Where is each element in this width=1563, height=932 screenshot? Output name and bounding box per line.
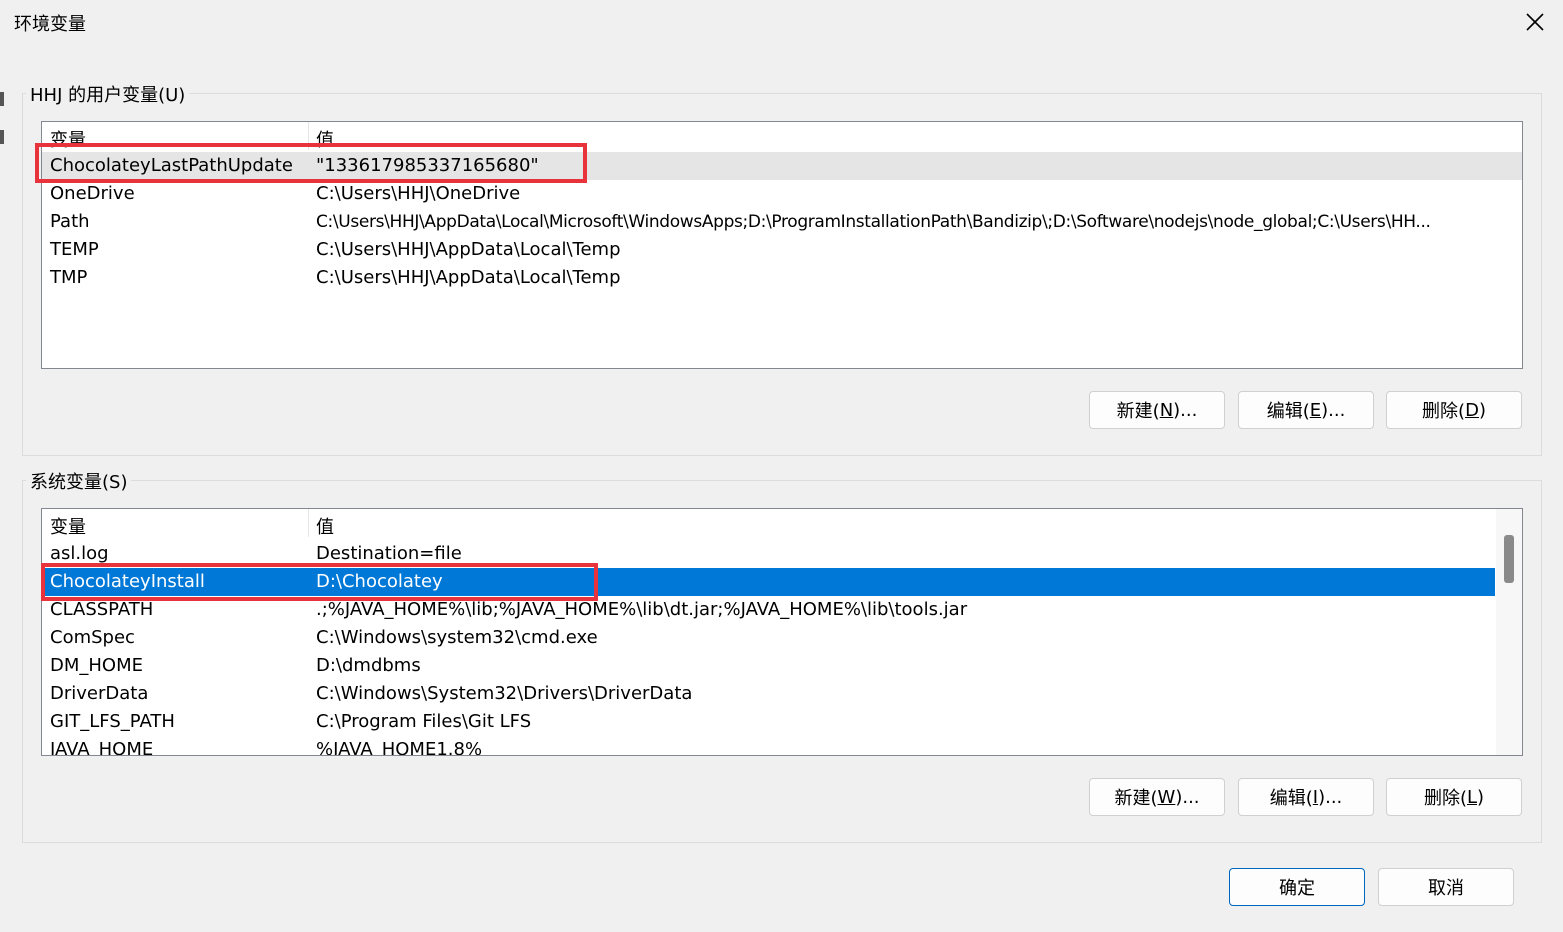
system-list-scrollbar[interactable] bbox=[1496, 509, 1522, 755]
column-header-name[interactable]: 变量 bbox=[50, 513, 86, 539]
var-name: GIT_LFS_PATH bbox=[50, 711, 175, 732]
left-window-edge bbox=[0, 92, 4, 106]
var-value: C:\Windows\system32\cmd.exe bbox=[316, 627, 598, 648]
system-new-button[interactable]: 新建(W)... bbox=[1089, 778, 1225, 816]
var-value: D:\dmdbms bbox=[316, 655, 421, 676]
window-title: 环境变量 bbox=[14, 14, 86, 35]
column-separator[interactable] bbox=[308, 122, 309, 150]
var-value: C:\Users\HHJ\AppData\Local\Microsoft\Win… bbox=[316, 212, 1431, 232]
var-name: TMP bbox=[50, 267, 88, 288]
system-var-row-comspec[interactable]: ComSpec C:\Windows\system32\cmd.exe bbox=[42, 624, 1495, 652]
user-var-row-onedrive[interactable]: OneDrive C:\Users\HHJ\OneDrive bbox=[42, 180, 1522, 208]
var-name: JAVA_HOME bbox=[50, 739, 154, 756]
user-var-row-chocolateylastpathupdate[interactable]: ChocolateyLastPathUpdate "13361798533716… bbox=[42, 152, 1522, 180]
scrollbar-thumb[interactable] bbox=[1504, 535, 1514, 583]
var-name: CLASSPATH bbox=[50, 599, 154, 620]
system-var-row-git-lfs-path[interactable]: GIT_LFS_PATH C:\Program Files\Git LFS bbox=[42, 708, 1495, 736]
system-var-row-chocolateyinstall[interactable]: ChocolateyInstall D:\Chocolatey bbox=[42, 568, 1495, 596]
system-var-row-java-home[interactable]: JAVA_HOME %JAVA_HOME1.8% bbox=[42, 736, 1495, 756]
user-var-row-temp[interactable]: TEMP C:\Users\HHJ\AppData\Local\Temp bbox=[42, 236, 1522, 264]
var-name: TEMP bbox=[50, 239, 99, 260]
var-value: "133617985337165680" bbox=[316, 155, 539, 176]
title-bar: 环境变量 bbox=[0, 0, 1563, 44]
cancel-button[interactable]: 取消 bbox=[1378, 868, 1514, 906]
var-name: DM_HOME bbox=[50, 655, 143, 676]
list-header: 变量 值 bbox=[42, 509, 1522, 539]
var-name: DriverData bbox=[50, 683, 149, 704]
var-value: Destination=file bbox=[316, 543, 462, 564]
user-variables-list[interactable]: 变量 值 ChocolateyLastPathUpdate "133617985… bbox=[41, 121, 1523, 369]
var-value: D:\Chocolatey bbox=[316, 571, 443, 592]
var-value: .;%JAVA_HOME%\lib;%JAVA_HOME%\lib\dt.jar… bbox=[316, 599, 968, 620]
var-value: C:\Users\HHJ\AppData\Local\Temp bbox=[316, 239, 621, 260]
list-header: 变量 值 bbox=[42, 122, 1522, 152]
var-name: OneDrive bbox=[50, 183, 135, 204]
var-name: asl.log bbox=[50, 543, 109, 564]
column-header-name[interactable]: 变量 bbox=[50, 126, 86, 152]
var-value: %JAVA_HOME1.8% bbox=[316, 739, 483, 756]
column-header-value[interactable]: 值 bbox=[316, 126, 334, 152]
var-name: ChocolateyInstall bbox=[50, 571, 205, 592]
system-variables-list[interactable]: 变量 值 asl.log Destination=file Chocolatey… bbox=[41, 508, 1523, 756]
system-delete-button[interactable]: 删除(L) bbox=[1386, 778, 1522, 816]
var-value: C:\Program Files\Git LFS bbox=[316, 711, 532, 732]
ok-button[interactable]: 确定 bbox=[1229, 868, 1365, 906]
user-var-row-path[interactable]: Path C:\Users\HHJ\AppData\Local\Microsof… bbox=[42, 208, 1522, 236]
close-icon bbox=[1526, 13, 1544, 31]
system-edit-button[interactable]: 编辑(I)... bbox=[1238, 778, 1374, 816]
var-name: ComSpec bbox=[50, 627, 135, 648]
system-variables-label: 系统变量(S) bbox=[26, 468, 132, 494]
system-var-row-dm-home[interactable]: DM_HOME D:\dmdbms bbox=[42, 652, 1495, 680]
system-var-row-classpath[interactable]: CLASSPATH .;%JAVA_HOME%\lib;%JAVA_HOME%\… bbox=[42, 596, 1495, 624]
column-header-value[interactable]: 值 bbox=[316, 513, 334, 539]
user-variables-label: HHJ 的用户变量(U) bbox=[26, 81, 190, 107]
left-window-edge bbox=[0, 130, 4, 144]
var-value: C:\Windows\System32\Drivers\DriverData bbox=[316, 683, 693, 704]
user-edit-button[interactable]: 编辑(E)... bbox=[1238, 391, 1374, 429]
system-var-row-asl-log[interactable]: asl.log Destination=file bbox=[42, 540, 1495, 568]
system-var-row-driverdata[interactable]: DriverData C:\Windows\System32\Drivers\D… bbox=[42, 680, 1495, 708]
user-var-row-tmp[interactable]: TMP C:\Users\HHJ\AppData\Local\Temp bbox=[42, 264, 1522, 292]
column-separator[interactable] bbox=[308, 509, 309, 537]
user-new-button[interactable]: 新建(N)... bbox=[1089, 391, 1225, 429]
var-value: C:\Users\HHJ\AppData\Local\Temp bbox=[316, 267, 621, 288]
close-button[interactable] bbox=[1507, 0, 1563, 44]
var-value: C:\Users\HHJ\OneDrive bbox=[316, 183, 521, 204]
var-name: Path bbox=[50, 211, 90, 232]
user-delete-button[interactable]: 删除(D) bbox=[1386, 391, 1522, 429]
var-name: ChocolateyLastPathUpdate bbox=[50, 155, 293, 176]
